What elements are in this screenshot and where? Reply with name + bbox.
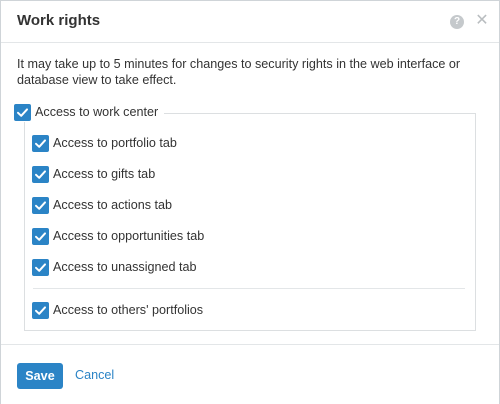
checkbox-label: Access to others' portfolios — [53, 303, 204, 317]
cancel-link[interactable]: Cancel — [75, 368, 114, 382]
checkbox-opportunities-tab[interactable]: Access to opportunities tab — [32, 226, 211, 246]
options-group-border — [153, 113, 476, 114]
checkbox-actions-tab[interactable]: Access to actions tab — [32, 195, 179, 215]
checkbox-checked-icon[interactable] — [32, 134, 49, 152]
checkbox-checked-icon[interactable] — [32, 258, 49, 276]
options-divider — [33, 288, 465, 289]
help-icon[interactable]: ? — [450, 15, 464, 29]
checkbox-portfolio-tab[interactable]: Access to portfolio tab — [32, 133, 183, 153]
close-icon[interactable]: ✕ — [475, 11, 489, 31]
security-notice: It may take up to 5 minutes for changes … — [17, 57, 461, 87]
checkbox-checked-icon[interactable] — [32, 301, 49, 319]
checkbox-label: Access to unassigned tab — [53, 260, 197, 274]
checkbox-checked-icon[interactable] — [14, 103, 31, 121]
dialog-footer: Save Cancel — [1, 344, 499, 404]
checkbox-label: Access to work center — [35, 105, 159, 119]
checkbox-checked-icon[interactable] — [32, 196, 49, 214]
work-rights-dialog: Work rights ? ✕ It may take up to 5 minu… — [0, 0, 500, 404]
save-button[interactable]: Save — [17, 363, 63, 389]
dialog-title: Work rights — [17, 12, 101, 29]
checkbox-checked-icon[interactable] — [32, 227, 49, 245]
checkbox-others-portfolios[interactable]: Access to others' portfolios — [32, 300, 210, 320]
dialog-header: Work rights ? ✕ — [1, 1, 499, 43]
checkbox-work-center[interactable]: Access to work center — [14, 102, 165, 122]
checkbox-label: Access to gifts tab — [53, 167, 156, 181]
checkbox-label: Access to actions tab — [53, 198, 173, 212]
checkbox-gifts-tab[interactable]: Access to gifts tab — [32, 164, 162, 184]
checkbox-unassigned-tab[interactable]: Access to unassigned tab — [32, 257, 203, 277]
checkbox-label: Access to opportunities tab — [53, 229, 205, 243]
checkbox-label: Access to portfolio tab — [53, 136, 177, 150]
checkbox-checked-icon[interactable] — [32, 165, 49, 183]
